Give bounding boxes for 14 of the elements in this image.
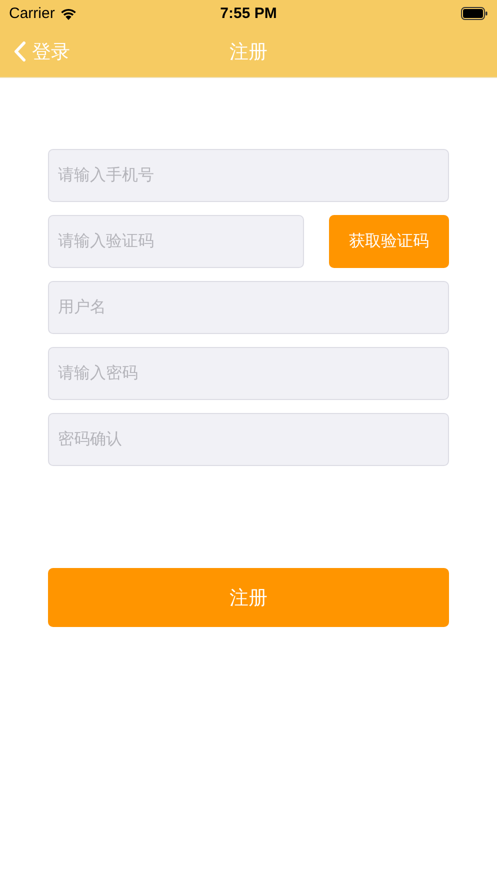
input-field[interactable]: 密码确认: [48, 413, 449, 466]
input-field[interactable]: 请输入密码: [48, 347, 449, 400]
get-code-button[interactable]: 获取验证码: [329, 215, 449, 268]
status-time: 7:55 PM: [220, 4, 277, 22]
carrier-label: Carrier: [9, 4, 55, 22]
page-title: 注册: [230, 40, 268, 64]
wifi-icon: [60, 6, 77, 20]
code-input-field[interactable]: 请输入验证码: [48, 215, 304, 268]
input-field[interactable]: 请输入手机号: [48, 149, 449, 202]
battery-icon: [461, 6, 488, 20]
back-button[interactable]: 登录: [13, 38, 70, 64]
chevron-left-icon: [13, 41, 26, 62]
register-button[interactable]: 注册: [48, 568, 449, 627]
input-field[interactable]: 用户名: [48, 281, 449, 334]
